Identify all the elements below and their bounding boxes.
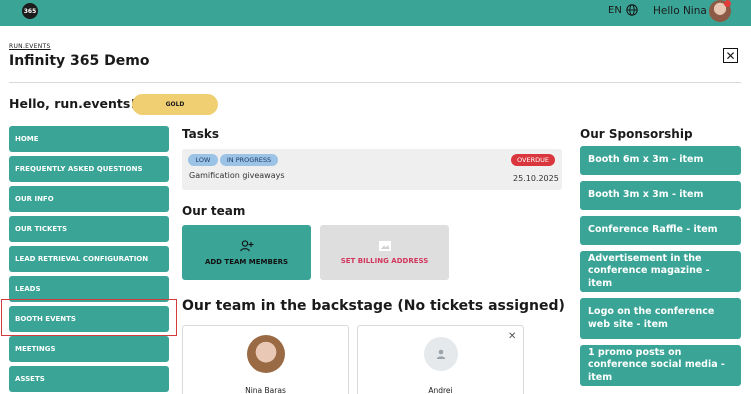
- add-team-members-label: ADD TEAM MEMBERS: [204, 257, 289, 266]
- sponsorship-item[interactable]: Conference Raffle - item: [580, 216, 741, 245]
- sidebar-item-faq[interactable]: FREQUENTLY ASKED QUESTIONS: [9, 156, 169, 182]
- sponsorship-item[interactable]: Booth 3m x 3m - item: [580, 181, 741, 210]
- close-button[interactable]: ✕: [723, 48, 738, 63]
- breadcrumb[interactable]: RUN.EVENTS: [9, 43, 51, 50]
- sidebar-item-assets[interactable]: ASSETS: [9, 366, 169, 392]
- status-badge: IN PROGRESS: [220, 154, 278, 166]
- team-title: Our team: [182, 204, 246, 218]
- backstage-title: Our team in the backstage (No tickets as…: [182, 298, 565, 314]
- task-date: 25.10.2025: [513, 174, 559, 183]
- sponsorship-item[interactable]: Booth 6m x 3m - item: [580, 146, 741, 175]
- sponsorship-item[interactable]: Logo on the conference web site - item: [580, 298, 741, 339]
- member-name: Andrei: [428, 386, 453, 394]
- member-name: Nina Baras: [245, 386, 286, 394]
- member-photo: [247, 335, 285, 373]
- sidebar-item-our-tickets[interactable]: OUR TICKETS: [9, 216, 169, 242]
- sidebar-item-lead-retrieval[interactable]: LEAD RETRIEVAL CONFIGURATION: [9, 246, 169, 272]
- task-card[interactable]: LOW IN PROGRESS OVERDUE Gamification giv…: [182, 149, 562, 190]
- welcome-text: Hello, run.events! :): [9, 96, 152, 111]
- notification-dot: [724, 0, 731, 7]
- sponsorship-item[interactable]: 1 promo posts on conference social media…: [580, 345, 741, 386]
- member-card[interactable]: Nina Baras: [182, 325, 349, 394]
- sidebar-nav: HOME FREQUENTLY ASKED QUESTIONS OUR INFO…: [9, 126, 169, 394]
- user-greeting: Hello Nina: [653, 5, 707, 17]
- page-title: Infinity 365 Demo: [9, 53, 150, 69]
- task-name: Gamification giveaways: [189, 171, 285, 180]
- remove-member-icon[interactable]: ✕: [508, 331, 516, 342]
- highlight-box: [1, 299, 177, 336]
- set-billing-address-label: SET BILLING ADDRESS: [340, 256, 429, 265]
- overdue-badge: OVERDUE: [511, 154, 555, 166]
- sidebar-item-our-info[interactable]: OUR INFO: [9, 186, 169, 212]
- divider: [9, 82, 741, 83]
- sponsorship-title: Our Sponsorship: [580, 127, 693, 141]
- close-icon: ✕: [725, 48, 736, 63]
- globe-icon[interactable]: [626, 4, 638, 16]
- image-placeholder-icon: [378, 240, 391, 251]
- top-bar: 365 EN Hello Nina: [0, 0, 751, 26]
- person-placeholder-icon: [424, 337, 458, 371]
- app-logo[interactable]: 365: [22, 3, 38, 19]
- member-card[interactable]: ✕ Andrei: [357, 325, 524, 394]
- sponsorship-item[interactable]: Advertisement in the conference magazine…: [580, 251, 741, 292]
- add-team-members-button[interactable]: ADD TEAM MEMBERS: [182, 225, 311, 280]
- priority-badge: LOW: [188, 154, 218, 166]
- tasks-title: Tasks: [182, 127, 220, 141]
- set-billing-address-button[interactable]: SET BILLING ADDRESS: [320, 225, 449, 280]
- sponsorship-list: Booth 6m x 3m - item Booth 3m x 3m - ite…: [580, 146, 741, 392]
- sidebar-item-meetings[interactable]: MEETINGS: [9, 336, 169, 362]
- add-user-icon: [239, 239, 253, 251]
- tier-badge: GOLD: [132, 94, 218, 115]
- language-selector[interactable]: EN: [608, 5, 622, 16]
- sidebar-item-home[interactable]: HOME: [9, 126, 169, 152]
